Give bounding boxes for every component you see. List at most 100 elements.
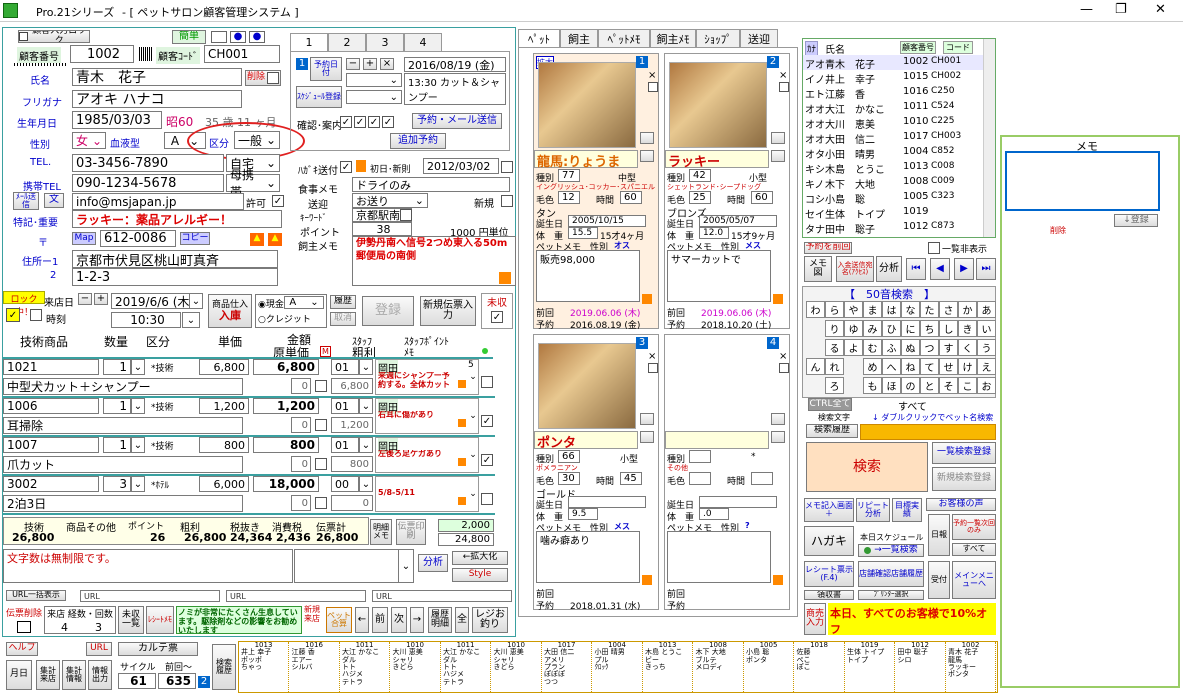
kana-key-し[interactable]: し (939, 320, 958, 337)
schedule-register-button[interactable]: ｽｹｼﾞｭｰﾙ登録 (296, 86, 342, 108)
expand-button[interactable]: ←拡大化 (452, 551, 508, 565)
address1-field[interactable]: 京都市伏見区桃山町真斉 (72, 250, 278, 268)
kana-key-て[interactable]: て (920, 358, 939, 375)
reservation-memo-field[interactable]: 13:30 カット＆シャンプー (404, 73, 506, 105)
cost-field[interactable]: 0 (291, 495, 311, 511)
cost-checkbox[interactable] (315, 419, 327, 431)
mail-permit-checkbox[interactable]: ✓ (272, 195, 284, 207)
name-col-header[interactable]: 氏名 (825, 41, 845, 56)
kana-key-き[interactable]: き (958, 320, 977, 337)
cancel-button[interactable]: 取消 (330, 312, 356, 326)
customer-list-row[interactable]: セイ 生体 トイプ 1019 (803, 205, 983, 221)
kana-key-ふ[interactable]: ふ (882, 339, 901, 356)
next-arrow-button[interactable]: → (410, 607, 424, 633)
next-button[interactable]: 次 (391, 607, 407, 633)
reservation-time-select[interactable]: ⌄ (346, 73, 402, 87)
address2-field[interactable]: 1-2-3 (72, 268, 278, 286)
pet-weight-field[interactable]: 12.0 (699, 227, 729, 239)
search-history-right-button[interactable]: 検索履歴 (806, 424, 858, 438)
receipt-print-button[interactable]: 領収書 (804, 590, 854, 600)
reservation-tab-1[interactable]: 1 (290, 33, 328, 51)
photo-checkbox[interactable] (648, 363, 658, 373)
photo-close-icon[interactable]: × (779, 351, 787, 362)
confirm-checkbox-1[interactable]: ✓ (340, 116, 352, 128)
item-code-field[interactable]: 1006 (3, 398, 99, 414)
schedule-cell[interactable]: 1002 青木 花子 龍馬 ラッキー ポンタ (946, 642, 996, 692)
kana-key-わ[interactable]: わ (806, 301, 825, 318)
url-field-2[interactable]: URL (226, 590, 366, 602)
pet-button-a[interactable] (640, 413, 654, 425)
url-button[interactable]: URL (86, 642, 112, 656)
reception-button[interactable]: 受付 (928, 561, 950, 599)
customer-list-row[interactable]: タナ 田中 聡子 1012 C873 (803, 220, 983, 236)
tab-owner-memo[interactable]: 飼主ﾒﾓ (650, 29, 696, 47)
cost-checkbox[interactable] (315, 380, 327, 392)
item-code-field[interactable]: 1021 (3, 359, 99, 375)
pet-memo-expand-icon[interactable] (642, 575, 652, 585)
line-checkbox[interactable]: ✓ (481, 454, 493, 466)
tab-owner[interactable]: 飼主 (560, 29, 598, 47)
reservation-tab-2[interactable]: 2 (328, 33, 366, 51)
schedule-cell[interactable]: 1010 大川 恵美 シャリ きどら (391, 642, 441, 692)
keyword-checkbox[interactable] (400, 209, 412, 221)
cash-account-select[interactable]: A ⌄ (284, 296, 324, 309)
all-reservations-button[interactable]: すべて (952, 543, 996, 556)
schedule-cell[interactable]: 1011 大江 かなこ ダル トト ハジメ テトラ (340, 642, 390, 692)
date-plus-button[interactable]: + (363, 58, 377, 70)
print-slip-button[interactable]: 伝票印刷 (396, 519, 426, 545)
customer-list-row[interactable]: アオ 青木 花子 1002 CH001 (803, 55, 983, 71)
visit-time-field[interactable]: 10:30 (111, 312, 181, 328)
pet-weight-field[interactable]: .0 (699, 508, 729, 520)
register-button[interactable]: 登録 (362, 296, 414, 326)
photo-checkbox[interactable] (648, 82, 658, 92)
customer-list-row[interactable]: オオ 大田 信二 1017 CH003 (803, 130, 983, 146)
search-text-field[interactable] (860, 424, 996, 440)
pet-name[interactable]: 龍馬:りょうま (534, 150, 638, 170)
visit-stats-button[interactable]: 集計来店 (36, 660, 60, 690)
map-button[interactable]: Map (72, 232, 96, 245)
staff-field[interactable]: 01 (331, 398, 359, 414)
owner-memo-expand-icon[interactable] (499, 272, 511, 284)
daily-report-button[interactable]: 日報 (928, 514, 950, 556)
line-checkbox[interactable] (481, 376, 493, 388)
photo-close-icon[interactable]: × (648, 70, 656, 81)
pet-button-b[interactable] (640, 431, 654, 443)
repeat-analysis-button[interactable]: リピート分析 (856, 498, 890, 522)
kana-key-ま[interactable]: ま (863, 301, 882, 318)
reservation-tab-3[interactable]: 3 (366, 33, 404, 51)
delete-customer-button[interactable]: 削除 (245, 70, 281, 86)
pet-name[interactable] (665, 431, 769, 449)
kana-key-も[interactable]: も (863, 377, 882, 394)
staff-memo-dropdown[interactable]: ⌄ (468, 489, 478, 511)
stats-info-button[interactable]: 集計情報 (62, 660, 86, 690)
kana-key-え[interactable]: え (977, 358, 996, 375)
prev-button[interactable]: 前 (372, 607, 388, 633)
reservation-mail-button[interactable]: 予約・メール送信 (412, 113, 502, 129)
easy-mode-button[interactable]: 簡単 (172, 30, 206, 44)
schedule-cell[interactable]: 1017 大田 信二 アメリ プラン ぽぽぽ つつ (542, 642, 592, 692)
url-field-3[interactable]: URL (372, 590, 512, 602)
kana-col-header[interactable]: ｶﾅ (805, 41, 819, 56)
pet-color-code[interactable]: 12 (558, 191, 580, 204)
customer-voice-button[interactable]: お客様の声 (926, 498, 996, 511)
pet-sum-button[interactable]: ペット合算 (326, 607, 352, 633)
cost-checkbox[interactable] (315, 497, 327, 509)
last-record-button[interactable]: ⏭ (976, 258, 996, 280)
customer-list-row[interactable]: オオ 大江 かなこ 1011 C524 (803, 100, 983, 116)
schedule-cell[interactable]: 1008 木下 大地 ブルテ メロディ (694, 642, 744, 692)
staff-memo-box[interactable]: 岡田 5 来週にシャンプー予約する。全体カット ⌄ (375, 359, 479, 395)
staff-memo-icon[interactable] (458, 380, 466, 388)
kana-key-ろ[interactable]: ろ (825, 377, 844, 394)
item-code-field[interactable]: 3002 (3, 476, 99, 492)
url-field-1[interactable]: URL (80, 590, 220, 602)
qty-dropdown[interactable]: ⌄ (131, 476, 145, 492)
item-code-field[interactable]: 1007 (3, 437, 99, 453)
pet-memo-field[interactable]: サマーカットで (667, 250, 771, 302)
pet-button-a[interactable] (771, 413, 785, 425)
main-menu-button[interactable]: メインメニューへ (952, 561, 996, 599)
schedule-cell[interactable]: 1005 小島 聡ポンタ (744, 642, 794, 692)
printer-select-button[interactable]: ﾌﾟﾘﾝﾀｰ選択 (858, 590, 924, 600)
pet-card[interactable]: 2 × ラッキー 種別 42 小型 シェットランド･シープドッグ 毛色 25 時間 60 ブロンズ 誕生… (664, 53, 790, 331)
visit-plus-button[interactable]: + (94, 293, 108, 305)
item-name-field[interactable]: 爪カット (3, 456, 243, 473)
